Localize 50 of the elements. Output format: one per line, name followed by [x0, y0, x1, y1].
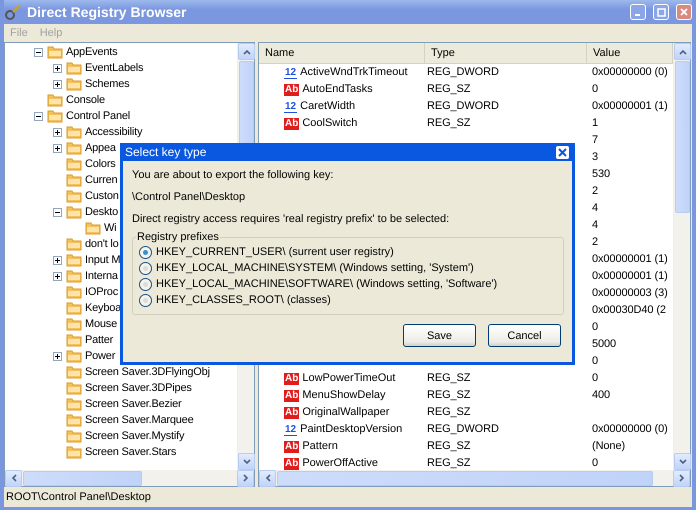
table-cell-text: 0x00000003 (3): [591, 287, 669, 300]
table-cell-text: REG_DWORD: [426, 66, 500, 79]
value-type-icon: 12: [284, 66, 298, 78]
table-cell-text: 0x00000000 (0): [591, 66, 669, 79]
table-cell-text: 0x00000000 (0): [591, 423, 669, 436]
table-cell-text: 3: [591, 151, 600, 164]
table-cell-text: REG_SZ: [426, 440, 472, 453]
value-type-icon: Ab: [284, 440, 300, 452]
table-cell-text: 400: [591, 389, 612, 402]
table-cell-text: 5000: [591, 338, 618, 351]
table-cell-text: 0: [591, 321, 600, 334]
table-cell-text: (None): [591, 440, 626, 453]
window-title: Direct Registry Browser: [27, 4, 188, 20]
value-type-icon: 12: [284, 100, 298, 112]
table-cell-text: 2: [591, 185, 600, 198]
table-cell-text: REG_DWORD: [426, 100, 500, 113]
table-cell-text: 0x00000001 (1): [591, 253, 669, 266]
table-cell-text: REG_SZ: [426, 83, 472, 96]
value-type-icon: Ab: [284, 390, 300, 402]
table-cell-text: REG_SZ: [426, 457, 472, 470]
value-type-icon: Ab: [284, 118, 300, 130]
table-cell-text: REG_SZ: [426, 372, 472, 385]
table-cell-text: 7: [591, 134, 600, 147]
table-cell-text: 0: [591, 372, 600, 385]
table-cell-text: 4: [591, 202, 600, 215]
value-type-icon: Ab: [284, 458, 300, 470]
table-cell-text: 530: [591, 168, 612, 181]
value-type-icon: Ab: [284, 84, 300, 96]
value-type-icon: 12: [284, 424, 298, 436]
table-cell-text: 0x00000001 (1): [591, 100, 669, 113]
intro-text: You are about to export the following key:: [132, 169, 334, 181]
table-cell-text: REG_DWORD: [426, 423, 500, 436]
table-cell-text: REG_SZ: [426, 406, 472, 419]
table-cell-text: 0: [591, 457, 600, 470]
table-cell-text: REG_SZ: [426, 117, 472, 130]
table-cell-text: 2: [591, 236, 600, 249]
value-type-icon: Ab: [284, 406, 300, 418]
table-cell-text: REG_SZ: [426, 389, 472, 402]
table-cell-text: 0: [591, 83, 600, 96]
table-cell-text: 0: [591, 355, 600, 368]
status-text: ROOT\Control Panel\Desktop: [6, 491, 151, 503]
requirement-text: Direct registry access requires 'real registry prefix' to be selected:: [132, 213, 450, 225]
key-path: \Control Panel\Desktop: [132, 191, 246, 203]
group-label: Registry prefixes: [136, 231, 220, 243]
table-cell-text: 1: [591, 117, 600, 130]
table-cell-text: 0x00030D40 (2: [591, 304, 667, 317]
table-cell-text: 0x00000001 (1): [591, 270, 669, 283]
table-cell-text: 4: [591, 219, 600, 232]
dialog-title: Select key type: [125, 145, 206, 159]
value-type-icon: Ab: [284, 372, 300, 384]
